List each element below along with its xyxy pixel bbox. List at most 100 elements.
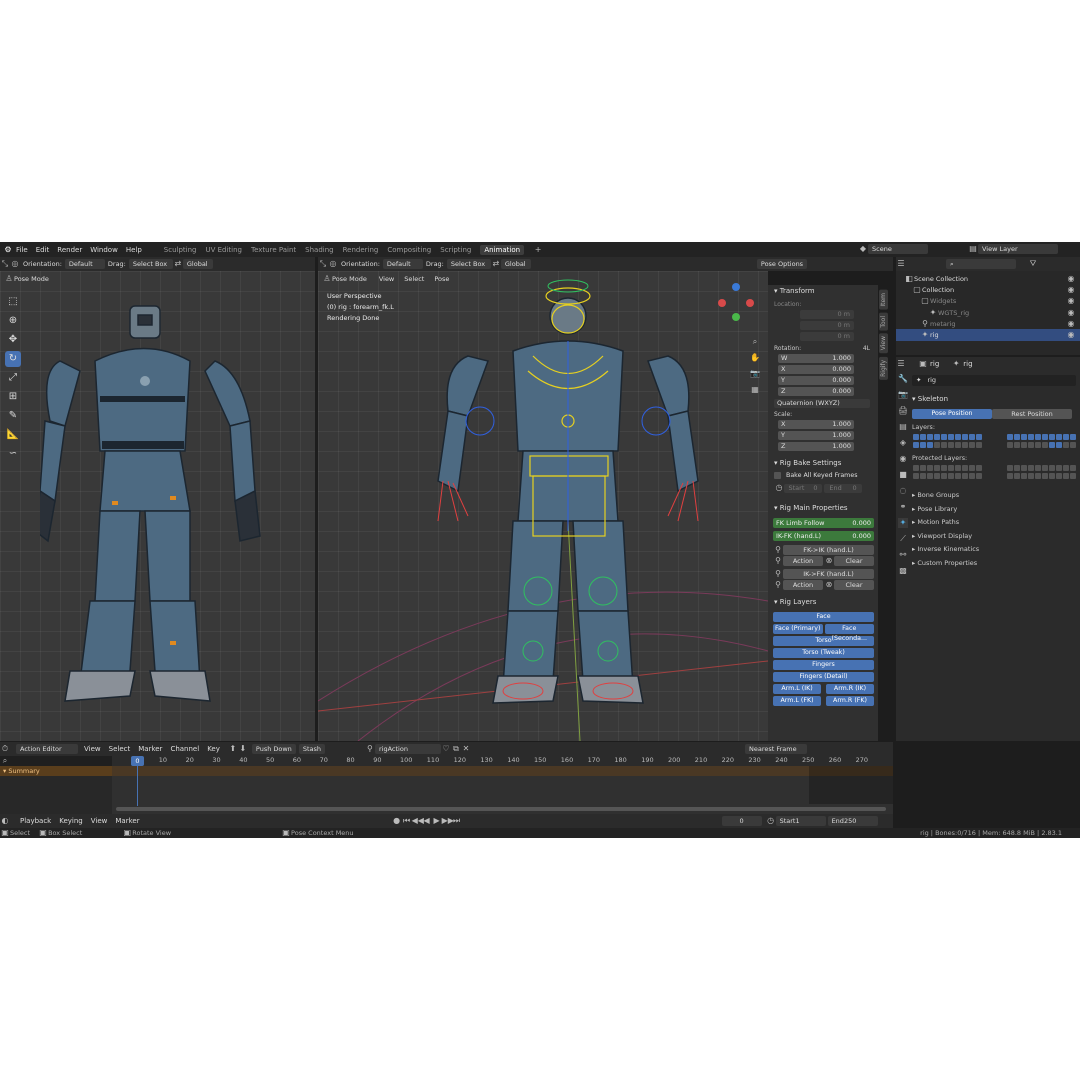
fk-ik-clear-button[interactable]: Clear xyxy=(834,556,874,566)
layer-face-primary-button[interactable]: Face (Primary) xyxy=(773,624,823,634)
gizmo-neg-x-axis[interactable] xyxy=(718,299,726,307)
play-reverse-icon[interactable]: ◀ xyxy=(422,816,432,826)
ik-fk-slider[interactable]: IK-FK (hand.L) 0.000 xyxy=(773,531,874,541)
tab-sculpting[interactable]: Sculpting xyxy=(164,246,197,254)
bake-end-field[interactable]: End 0 xyxy=(824,483,862,493)
orientation-dropdown[interactable]: Default xyxy=(64,259,105,269)
outliner-item[interactable]: ⚲ metarig ◉ xyxy=(896,318,1080,329)
right-viewport[interactable]: ♙ Pose Mode View Select Pose User Perspe… xyxy=(318,271,768,741)
rest-position-button[interactable]: Rest Position xyxy=(992,409,1072,419)
menu-help[interactable]: Help xyxy=(126,246,142,254)
location-y-field[interactable]: 0 m xyxy=(800,321,854,330)
ae-menu-select[interactable]: Select xyxy=(109,745,131,753)
frame-ruler[interactable]: 10 20 30 40 50 60 70 80 90 100 110 120 130 140 150 160 1… xyxy=(112,756,893,766)
bake-all-checkbox-row[interactable]: Bake All Keyed Frames xyxy=(774,472,872,479)
record-icon[interactable]: ● xyxy=(392,816,402,826)
menu-window[interactable]: Window xyxy=(90,246,118,254)
pan-hand-icon[interactable]: ✋ xyxy=(750,353,760,363)
menu-render[interactable]: Render xyxy=(57,246,82,254)
dopesheet-area[interactable]: 10 20 30 40 50 60 70 80 90 100 110 120 130 140 150 160 1… xyxy=(112,756,893,814)
protected-layers-grid[interactable] xyxy=(912,465,1076,481)
tab-compositing[interactable]: Compositing xyxy=(387,246,431,254)
outliner-item[interactable]: ▢ Widgets ◉ xyxy=(896,296,1080,307)
blender-logo-icon[interactable]: ⚙ xyxy=(3,245,13,255)
layer-arm-l-ik-button[interactable]: Arm.L (IK) xyxy=(773,684,821,694)
constraints-tab-icon[interactable]: ⚭ xyxy=(898,502,908,512)
physics-tab-icon[interactable]: ◌ xyxy=(898,486,908,496)
horizontal-scrollbar[interactable] xyxy=(116,807,886,811)
visibility-eye-icon[interactable]: ◉ xyxy=(1066,319,1076,329)
rig-main-header[interactable]: ▾ Rig Main Properties xyxy=(768,502,878,514)
ik-fk-clear-button[interactable]: Clear xyxy=(834,580,874,590)
action-name-field[interactable]: rigAction xyxy=(374,744,441,754)
transform-dropdown-right[interactable]: Global xyxy=(500,259,531,269)
menu-file[interactable]: File xyxy=(16,246,28,254)
timeline-editor-icon[interactable]: ⏱ xyxy=(0,744,10,754)
menu-keying[interactable]: Keying xyxy=(59,817,83,825)
end-frame-field[interactable]: End250 xyxy=(827,816,878,826)
visibility-eye-icon[interactable]: ◉ xyxy=(1066,274,1076,284)
move-tool-icon[interactable]: ✥ xyxy=(5,332,21,348)
transform-dropdown[interactable]: Global xyxy=(182,259,213,269)
tab-texture-paint[interactable]: Texture Paint xyxy=(251,246,296,254)
bone-tab-icon[interactable]: ⟋ xyxy=(898,534,908,544)
layer-fingers-detail-button[interactable]: Fingers (Detail) xyxy=(773,672,874,682)
bone-constraint-tab-icon[interactable]: ⚯ xyxy=(898,550,908,560)
playhead-frame[interactable]: 0 xyxy=(131,756,144,766)
fk-limb-follow-slider[interactable]: FK Limb Follow 0.000 xyxy=(773,518,874,528)
rig-bake-header[interactable]: ▾ Rig Bake Settings xyxy=(768,457,878,469)
tab-rendering[interactable]: Rendering xyxy=(343,246,379,254)
view-layer-field[interactable]: View Layer xyxy=(978,244,1058,254)
outliner-item[interactable]: ✦ WGTS_rig ◉ xyxy=(896,307,1080,318)
ae-menu-marker[interactable]: Marker xyxy=(138,745,162,753)
view-icon-right[interactable]: ◎ xyxy=(328,259,338,269)
timeline-icon[interactable]: ◐ xyxy=(0,816,10,826)
fk-to-ik-button[interactable]: FK->IK (hand.L) xyxy=(783,545,874,555)
rotation-y-field[interactable]: Y 0.000 xyxy=(778,376,854,385)
menu-playback[interactable]: Playback xyxy=(20,817,51,825)
armature-tab-icon[interactable]: ✦ xyxy=(898,518,908,528)
zoom-icon[interactable]: ⌕ xyxy=(750,337,760,347)
channel-search[interactable]: ⌕ xyxy=(0,756,112,766)
location-x-field[interactable]: 0 m xyxy=(800,310,854,319)
ae-menu-view[interactable]: View xyxy=(84,745,101,753)
ik-to-fk-button[interactable]: IK->FK (hand.L) xyxy=(783,569,874,579)
properties-type-icon[interactable]: ☰ xyxy=(896,359,906,369)
rotate-tool-icon[interactable]: ↻ xyxy=(5,351,21,367)
jump-start-icon[interactable]: ⏮ xyxy=(402,816,412,826)
view-layer-tab-icon[interactable]: ▤ xyxy=(898,422,908,432)
next-key-icon[interactable]: ▶▶ xyxy=(442,816,454,826)
jump-end-icon[interactable]: ⏭ xyxy=(452,816,462,826)
pose-options-button[interactable]: Pose Options xyxy=(756,259,808,269)
editor-mode-dropdown[interactable]: Action Editor xyxy=(16,744,78,754)
drag-dropdown[interactable]: Select Box xyxy=(128,259,173,269)
layer-fingers-button[interactable]: Fingers xyxy=(773,660,874,670)
sidebar-tab-tool[interactable]: Tool xyxy=(879,312,888,331)
rig-layers-header[interactable]: ▾ Rig Layers xyxy=(768,596,878,608)
editor-type-icon-right[interactable]: ⤡ xyxy=(318,259,328,269)
menu-marker-tl[interactable]: Marker xyxy=(115,817,139,825)
preview-range-icon[interactable]: ◷ xyxy=(766,816,776,826)
layer-arm-r-ik-button[interactable]: Arm.R (IK) xyxy=(826,684,874,694)
new-action-icon[interactable]: ⧉ xyxy=(451,744,461,754)
inverse-kinematics-section[interactable]: ▸ Inverse Kinematics xyxy=(912,543,1076,557)
filter-icon[interactable]: ⛛ xyxy=(1028,259,1038,269)
editor-type-icon[interactable]: ⤡ xyxy=(0,259,10,269)
scene-tab-icon[interactable]: ◈ xyxy=(898,438,908,448)
summary-channel[interactable]: ▾ Summary xyxy=(0,766,112,776)
snap-mode-dropdown[interactable]: Nearest Frame xyxy=(744,744,807,754)
view-icon[interactable]: ◎ xyxy=(10,259,20,269)
location-z-field[interactable]: 0 m xyxy=(800,332,854,341)
view-layer-selector[interactable]: ▤ View Layer xyxy=(968,244,1058,254)
skeleton-header[interactable]: ▾ Skeleton xyxy=(912,393,1076,405)
gizmo-z-axis[interactable] xyxy=(732,283,740,291)
scale-y-field[interactable]: Y 1.000 xyxy=(778,431,854,440)
orientation-dropdown-right[interactable]: Default xyxy=(382,259,423,269)
custom-properties-section[interactable]: ▸ Custom Properties xyxy=(912,557,1076,571)
tab-uv-editing[interactable]: UV Editing xyxy=(205,246,242,254)
motion-paths-section[interactable]: ▸ Motion Paths xyxy=(912,516,1076,530)
object-tab-icon[interactable]: ■ xyxy=(898,470,908,480)
layer-face-button[interactable]: Face xyxy=(773,612,874,622)
arrow-up-icon[interactable]: ⬆ xyxy=(228,744,238,754)
start-frame-field[interactable]: Start1 xyxy=(775,816,826,826)
